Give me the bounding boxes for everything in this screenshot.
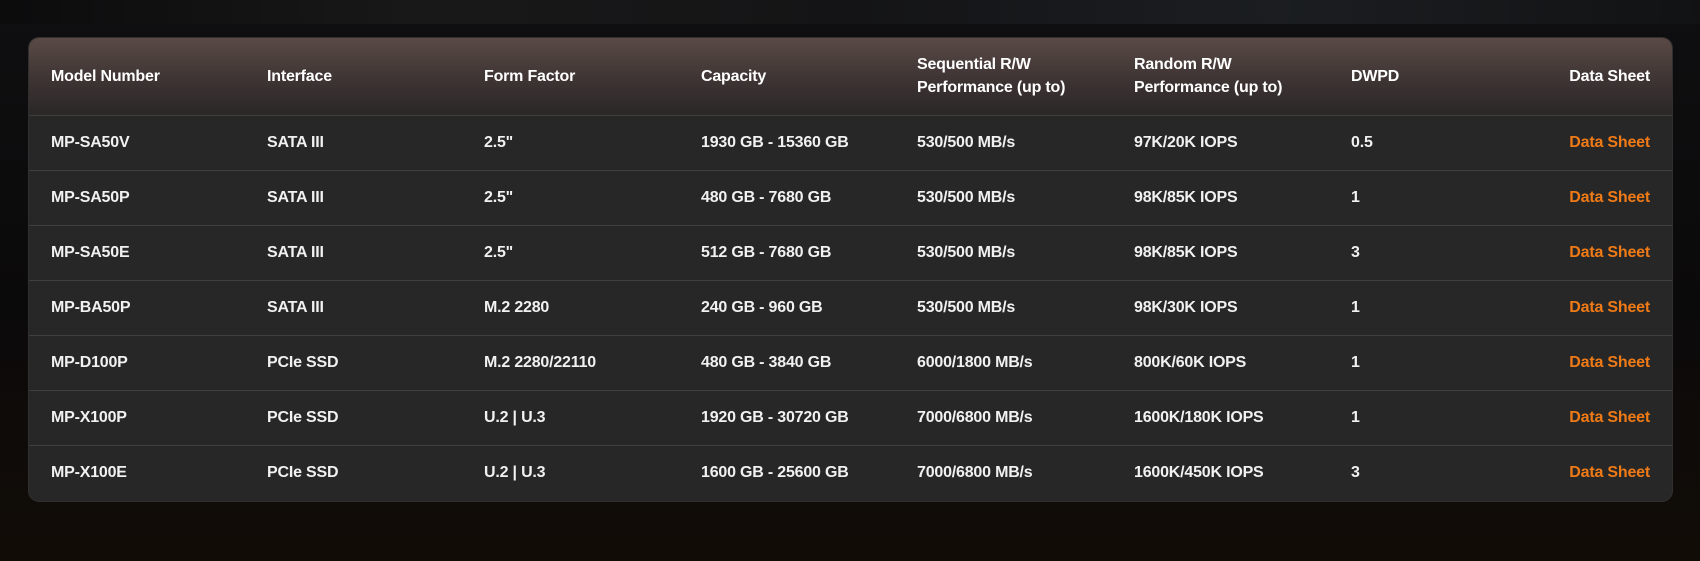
cell-sequential-performance: 530/500 MB/s <box>917 298 1016 316</box>
cell-model-number: MP-SA50P <box>51 188 130 206</box>
cell-sequential-performance: 530/500 MB/s <box>917 133 1016 151</box>
cell-dwpd: 0.5 <box>1351 133 1373 151</box>
header-interface: Interface <box>267 67 332 85</box>
cell-capacity: 480 GB - 7680 GB <box>701 188 832 206</box>
cell-random-performance: 1600K/180K IOPS <box>1134 408 1264 426</box>
cell-interface: PCIe SSD <box>267 463 339 481</box>
cell-sequential-performance: 7000/6800 MB/s <box>917 408 1033 426</box>
header-form-factor: Form Factor <box>484 67 576 85</box>
header-model-number: Model Number <box>51 67 160 85</box>
table-body: MP-SA50V SATA III 2.5" 1930 GB - 15360 G… <box>29 115 1672 500</box>
table-row: MP-SA50P SATA III 2.5" 480 GB - 7680 GB … <box>29 170 1672 225</box>
cell-capacity: 480 GB - 3840 GB <box>701 353 832 371</box>
cell-form-factor: M.2 2280 <box>484 298 550 316</box>
cell-form-factor: 2.5" <box>484 188 514 206</box>
header-sequential-performance: Sequential R/W Performance (up to) <box>895 38 1112 115</box>
cell-capacity: 1930 GB - 15360 GB <box>701 133 849 151</box>
cell-sequential-performance: 6000/1800 MB/s <box>917 353 1033 371</box>
data-sheet-link[interactable]: Data Sheet <box>1569 409 1650 426</box>
cell-model-number: MP-BA50P <box>51 298 131 316</box>
cell-model-number: MP-X100E <box>51 463 127 481</box>
header-row: Model Number Interface Form Factor Capac… <box>29 38 1672 115</box>
cell-model-number: MP-D100P <box>51 353 128 371</box>
table-row: MP-SA50V SATA III 2.5" 1930 GB - 15360 G… <box>29 115 1672 170</box>
cell-sequential-performance: 530/500 MB/s <box>917 243 1016 261</box>
cell-data-sheet: Data Sheet <box>1545 225 1672 280</box>
data-sheet-link[interactable]: Data Sheet <box>1569 354 1650 371</box>
product-spec-table: Model Number Interface Form Factor Capac… <box>29 38 1672 500</box>
cell-form-factor: M.2 2280/22110 <box>484 353 596 371</box>
background-strip <box>0 0 1700 24</box>
header-dwpd: DWPD <box>1351 67 1400 85</box>
header-capacity: Capacity <box>701 67 767 85</box>
table-row: MP-BA50P SATA III M.2 2280 240 GB - 960 … <box>29 280 1672 335</box>
cell-interface: PCIe SSD <box>267 353 339 371</box>
cell-random-performance: 97K/20K IOPS <box>1134 133 1238 151</box>
cell-random-performance: 98K/85K IOPS <box>1134 243 1238 261</box>
cell-dwpd: 1 <box>1351 298 1360 316</box>
cell-interface: PCIe SSD <box>267 408 339 426</box>
cell-interface: SATA III <box>267 188 324 206</box>
header-random-label: Random R/W Performance (up to) <box>1134 56 1283 97</box>
cell-interface: SATA III <box>267 133 324 151</box>
product-spec-table-card: Model Number Interface Form Factor Capac… <box>29 38 1672 501</box>
table-row: MP-X100E PCIe SSD U.2 | U.3 1600 GB - 25… <box>29 445 1672 500</box>
cell-random-performance: 98K/30K IOPS <box>1134 298 1238 316</box>
cell-capacity: 512 GB - 7680 GB <box>701 243 832 261</box>
data-sheet-link[interactable]: Data Sheet <box>1569 134 1650 151</box>
table-row: MP-X100P PCIe SSD U.2 | U.3 1920 GB - 30… <box>29 390 1672 445</box>
cell-form-factor: U.2 | U.3 <box>484 463 546 481</box>
table-row: MP-SA50E SATA III 2.5" 512 GB - 7680 GB … <box>29 225 1672 280</box>
table-row: MP-D100P PCIe SSD M.2 2280/22110 480 GB … <box>29 335 1672 390</box>
cell-model-number: MP-X100P <box>51 408 127 426</box>
cell-random-performance: 1600K/450K IOPS <box>1134 463 1264 481</box>
cell-dwpd: 1 <box>1351 353 1360 371</box>
data-sheet-link[interactable]: Data Sheet <box>1569 299 1650 316</box>
cell-random-performance: 98K/85K IOPS <box>1134 188 1238 206</box>
cell-form-factor: 2.5" <box>484 133 514 151</box>
cell-data-sheet: Data Sheet <box>1545 280 1672 335</box>
cell-dwpd: 3 <box>1351 463 1360 481</box>
cell-dwpd: 1 <box>1351 408 1360 426</box>
cell-data-sheet: Data Sheet <box>1545 335 1672 390</box>
cell-model-number: MP-SA50E <box>51 243 130 261</box>
cell-sequential-performance: 530/500 MB/s <box>917 188 1016 206</box>
cell-sequential-performance: 7000/6800 MB/s <box>917 463 1033 481</box>
cell-form-factor: 2.5" <box>484 243 514 261</box>
header-data-sheet: Data Sheet <box>1569 67 1650 85</box>
cell-data-sheet: Data Sheet <box>1545 170 1672 225</box>
cell-data-sheet: Data Sheet <box>1545 445 1672 500</box>
cell-capacity: 1600 GB - 25600 GB <box>701 463 849 481</box>
cell-capacity: 1920 GB - 30720 GB <box>701 408 849 426</box>
data-sheet-link[interactable]: Data Sheet <box>1569 464 1650 481</box>
cell-random-performance: 800K/60K IOPS <box>1134 353 1247 371</box>
cell-dwpd: 3 <box>1351 243 1360 261</box>
table-header: Model Number Interface Form Factor Capac… <box>29 38 1672 115</box>
cell-interface: SATA III <box>267 298 324 316</box>
data-sheet-link[interactable]: Data Sheet <box>1569 189 1650 206</box>
cell-interface: SATA III <box>267 243 324 261</box>
header-random-performance: Random R/W Performance (up to) <box>1112 38 1329 115</box>
data-sheet-link[interactable]: Data Sheet <box>1569 244 1650 261</box>
cell-data-sheet: Data Sheet <box>1545 390 1672 445</box>
cell-form-factor: U.2 | U.3 <box>484 408 546 426</box>
cell-model-number: MP-SA50V <box>51 133 130 151</box>
cell-capacity: 240 GB - 960 GB <box>701 298 823 316</box>
cell-dwpd: 1 <box>1351 188 1360 206</box>
cell-data-sheet: Data Sheet <box>1545 115 1672 170</box>
header-sequential-label: Sequential R/W Performance (up to) <box>917 56 1066 97</box>
